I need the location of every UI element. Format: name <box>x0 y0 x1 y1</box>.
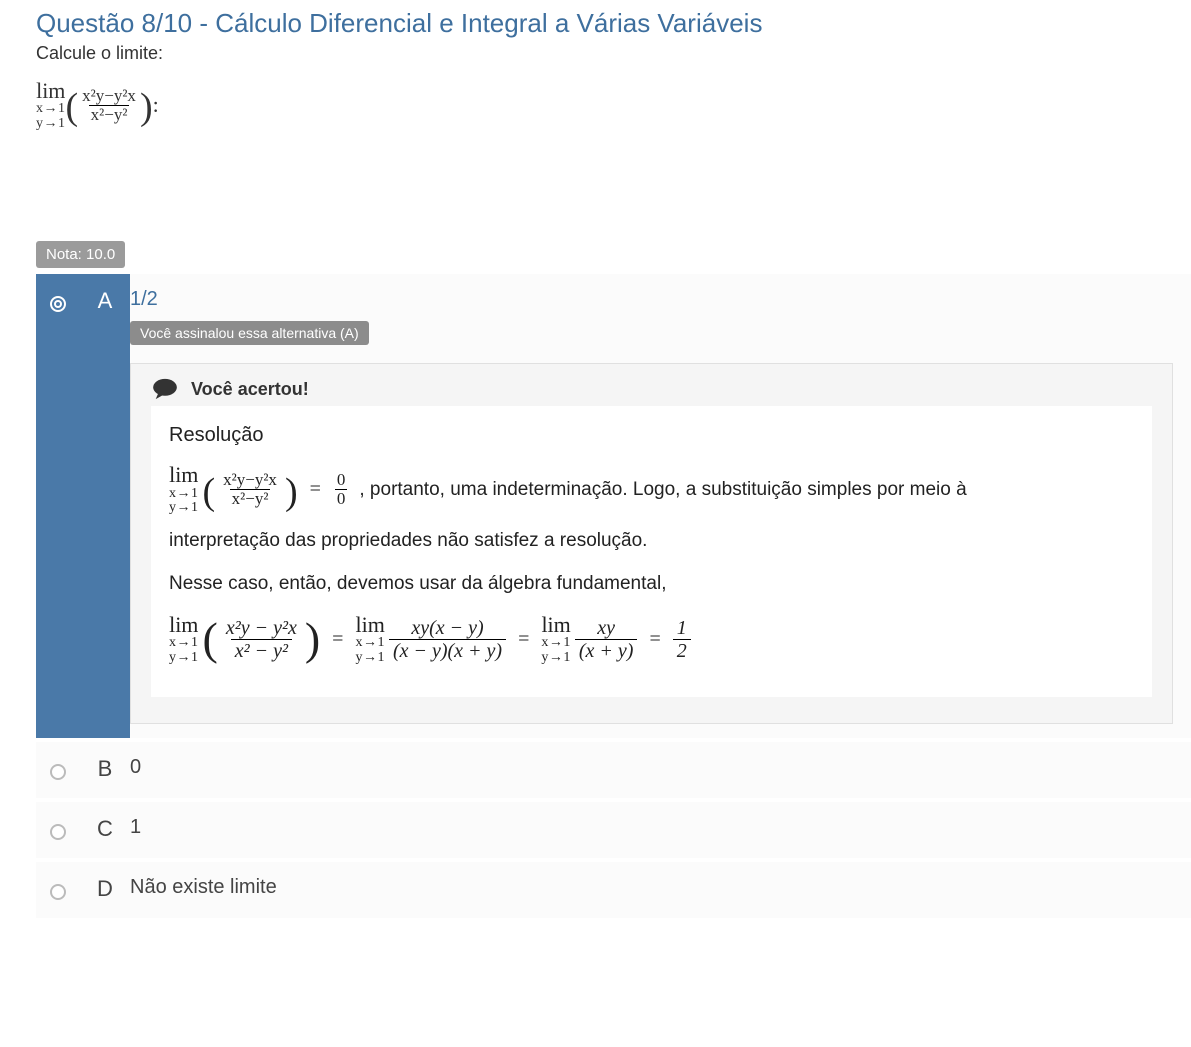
alt-answer-d: Não existe limite <box>130 862 1191 918</box>
alternative-c[interactable]: C 1 <box>36 802 1191 862</box>
question-prompt: Calcule o limite: <box>36 43 1191 64</box>
lim-sub-y: y→1 <box>36 117 66 132</box>
lim-label: lim <box>36 79 65 102</box>
feedback-line2: interpretação das propriedades não satis… <box>169 526 1134 555</box>
alternative-a[interactable]: A 1/2 Você assinalou essa alternativa (A… <box>36 274 1191 742</box>
radio-b[interactable] <box>50 764 66 780</box>
feedback-line3: Nesse caso, então, devemos usar da álgeb… <box>169 569 1134 598</box>
score-badge: Nota: 10.0 <box>36 241 125 268</box>
alternatives-list: A 1/2 Você assinalou essa alternativa (A… <box>36 274 1191 922</box>
feedback-box: Você acertou! Resolução lim x→1 y→1 ( x²… <box>130 363 1173 724</box>
feedback-step2: lim x→1 y→1 ( x²y − y²x x² − y² ) = lim <box>169 613 1134 665</box>
alternative-d[interactable]: D Não existe limite <box>36 862 1191 922</box>
alternative-b[interactable]: B 0 <box>36 742 1191 802</box>
feedback-body: Resolução lim x→1 y→1 ( x²y−y²x x²−y² ) <box>151 406 1152 697</box>
feedback-step1: lim x→1 y→1 ( x²y−y²x x²−y² ) = 0 <box>169 463 1134 515</box>
lim-denominator: x²−y² <box>89 105 130 124</box>
feedback-section-title: Resolução <box>169 420 1134 451</box>
alt-letter: A <box>80 274 130 738</box>
feedback-correct-label: Você acertou! <box>191 379 309 400</box>
radio-d[interactable] <box>50 884 66 900</box>
alt-answer-a: 1/2 <box>130 288 1173 311</box>
radio-a[interactable] <box>50 296 66 312</box>
lim-sub-x: x→1 <box>36 102 66 117</box>
question-title: Questão 8/10 - Cálculo Diferencial e Int… <box>36 8 1191 39</box>
alt-letter: D <box>80 862 130 918</box>
alt-answer-b: 0 <box>130 742 1191 798</box>
radio-c[interactable] <box>50 824 66 840</box>
alt-letter: B <box>80 742 130 798</box>
marked-alternative-badge: Você assinalou essa alternativa (A) <box>130 321 369 345</box>
lim-trailing: : <box>153 92 159 118</box>
lim-numerator: x²y−y²x <box>80 87 138 105</box>
question-limit-expression: lim x→1 y→1 ( x²y−y²x x²−y² ): <box>36 78 1191 131</box>
alt-answer-c: 1 <box>130 802 1191 858</box>
speech-bubble-icon <box>151 378 179 400</box>
alt-letter: C <box>80 802 130 858</box>
